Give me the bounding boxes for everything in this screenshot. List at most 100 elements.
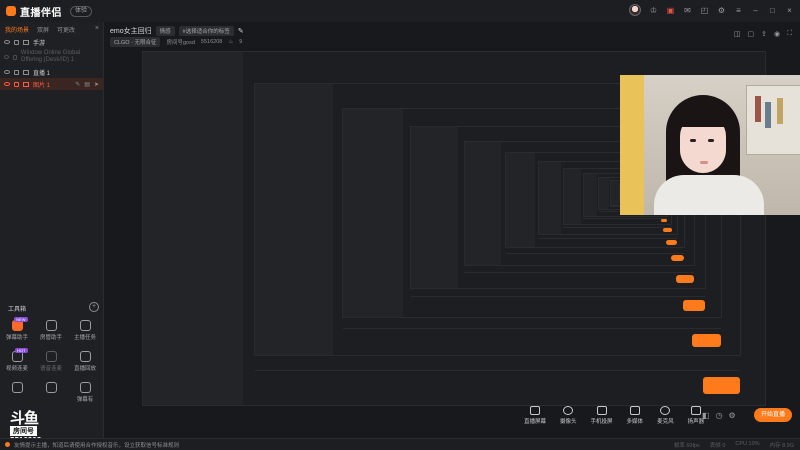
capture-torange: [660, 219, 668, 222]
trash-icon[interactable]: ▤: [84, 81, 90, 88]
tool-grid[interactable]: [0, 382, 34, 403]
visibility-eye-icon[interactable]: [4, 82, 10, 86]
edit-icon[interactable]: ✎: [238, 27, 244, 35]
media-icon: [629, 406, 640, 415]
capture-torange: [663, 228, 672, 232]
tab-my-scenes[interactable]: 我的场景: [5, 25, 29, 34]
tab-dual-screen[interactable]: 双屏: [37, 25, 49, 34]
category-chip[interactable]: CLGO · 无限合征: [110, 37, 161, 47]
minimize-icon[interactable]: –: [751, 6, 760, 15]
visibility-eye-icon[interactable]: [4, 40, 10, 44]
fps-metric: 帧率 60fps: [673, 442, 700, 449]
message-icon[interactable]: ✉: [683, 6, 692, 15]
tool-label: 直播回放: [73, 366, 96, 372]
scene-label: 直播 1: [33, 70, 51, 77]
scene-row-tools: ✎ ▤ ➤: [75, 81, 99, 88]
status-notice[interactable]: 友情提示主播，知道后请使用合作授权音乐，设立获取信号标准规则: [14, 441, 179, 449]
danmaku-icon: NEW: [11, 317, 28, 331]
image-source-icon: [23, 81, 29, 87]
fullscreen-icon[interactable]: ⛶: [787, 30, 792, 38]
webcam-eye: [708, 139, 714, 142]
lock-icon[interactable]: [14, 39, 19, 45]
beta-badge[interactable]: 体验: [70, 5, 93, 17]
shirt-icon[interactable]: ◰: [700, 6, 709, 15]
capture-tpanel: [411, 127, 459, 288]
tool-streamer-task[interactable]: 主播任务: [68, 320, 102, 341]
control-microphone[interactable]: 麦克风: [657, 406, 674, 425]
webcam-overlay[interactable]: [620, 75, 800, 215]
tool-replay[interactable]: 直播回放: [68, 351, 102, 372]
room-tag-select[interactable]: #选择适合你的标签: [178, 26, 234, 36]
tab-editable[interactable]: 可更改: [57, 25, 75, 34]
room-title-row: emo女主回归 情感 #选择适合你的标签 ✎: [110, 26, 244, 36]
panel-close-icon[interactable]: ×: [95, 25, 99, 32]
scene-item[interactable]: 直播 1: [0, 66, 103, 78]
scene-item[interactable]: 手游: [0, 36, 103, 48]
new-badge: NEW: [14, 317, 28, 322]
preview-toolbar: ◫ ▢ ⇪ ◉ ⛶: [734, 30, 792, 38]
lock-icon[interactable]: [14, 81, 19, 87]
start-live-button[interactable]: 开始直播: [754, 408, 792, 422]
source-screen-icon: [23, 39, 29, 45]
maximize-icon[interactable]: □: [768, 6, 777, 15]
capture-tpanel: [342, 108, 404, 318]
task-icon: [79, 320, 91, 331]
user-avatar[interactable]: [629, 4, 641, 16]
tool-label: 弹幕有: [76, 397, 94, 403]
danmaku-bubble-icon: [79, 382, 91, 393]
capture-tpanel: [506, 153, 535, 248]
control-media[interactable]: 多媒体: [627, 406, 643, 425]
tool-video-link[interactable]: HOT 视频连麦: [0, 348, 34, 372]
tool-voice-link[interactable]: 语音连麦: [34, 351, 68, 372]
capture-tbar: [464, 271, 694, 285]
capture-tbar: [410, 296, 706, 313]
app-logo: 直播伴侣 体验: [6, 4, 93, 19]
capture-tbar: [254, 369, 741, 398]
camera-icon: [563, 406, 574, 415]
capture-tbar: [538, 237, 678, 246]
lock-icon[interactable]: [14, 69, 19, 75]
memory-metric: 内存 8.9G: [769, 442, 794, 449]
scene-item[interactable]: Window Online Global Offering (Desk/ID) …: [0, 48, 103, 66]
status-bar: 友情提示主播，知道后请使用合作授权音乐，设立获取信号标准规则 帧率 60fps …: [0, 438, 800, 450]
share-icon[interactable]: ⇪: [761, 30, 767, 38]
capture-tpanel: [583, 173, 597, 216]
visibility-eye-icon[interactable]: [4, 55, 9, 59]
settings-icon[interactable]: ⚙: [717, 6, 726, 15]
control-screen[interactable]: 直播屏幕: [524, 406, 546, 425]
cursor-icon: ➤: [93, 81, 99, 88]
toolbox-add-icon[interactable]: +: [89, 302, 99, 312]
crown-icon[interactable]: ♔: [649, 6, 658, 15]
settings-icon[interactable]: ⚙: [729, 411, 736, 420]
fans-count: 9: [239, 39, 243, 45]
speaker-icon: [690, 406, 701, 415]
capture-torange: [682, 300, 706, 311]
control-phone-cast[interactable]: 手机投屏: [591, 406, 613, 425]
edit-icon[interactable]: ✎: [75, 81, 80, 88]
layout-icon[interactable]: ◫: [734, 30, 741, 38]
capture-torange: [666, 239, 678, 245]
cpu-metric: CPU 10%: [735, 440, 760, 447]
tool-danmaku-assistant[interactable]: NEW 弹幕助手: [0, 317, 34, 341]
control-camera[interactable]: 摄像头: [560, 406, 577, 425]
capture-torange: [691, 333, 721, 348]
record-video-icon[interactable]: ◧: [702, 411, 710, 420]
room-tag[interactable]: 情感: [155, 26, 175, 36]
lock-icon[interactable]: ▢: [747, 30, 754, 38]
lock-icon[interactable]: [12, 54, 17, 60]
visibility-eye-icon[interactable]: [4, 70, 10, 74]
tool-danmaku-bubble[interactable]: 弹幕有: [68, 382, 102, 403]
app-title: 直播伴侣: [20, 7, 62, 19]
record-icon[interactable]: ◉: [774, 30, 780, 38]
capture-tpanel: [598, 177, 610, 210]
tool-room-manager[interactable]: 房管助手: [34, 320, 68, 341]
room-title[interactable]: emo女主回归: [110, 26, 152, 36]
timer-icon[interactable]: ◷: [716, 411, 723, 420]
capture-tpanel: [464, 142, 502, 265]
scene-item-selected[interactable]: 图片 1 ✎ ▤ ➤: [0, 78, 103, 90]
tool-more[interactable]: [34, 382, 68, 403]
close-icon[interactable]: ×: [785, 6, 794, 15]
menu-icon[interactable]: ≡: [734, 6, 743, 15]
gift-icon[interactable]: ▣: [666, 6, 675, 15]
fans-icon: ♨: [228, 39, 234, 45]
